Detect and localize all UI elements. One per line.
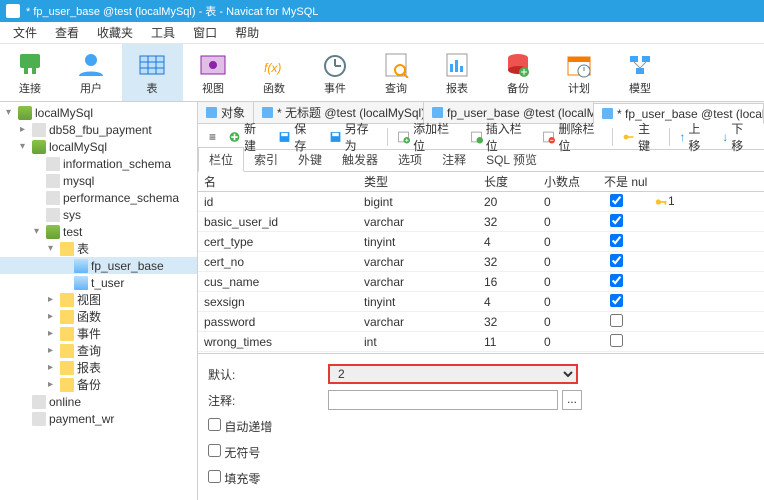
menu-item[interactable]: 文件 — [4, 24, 46, 41]
column-row[interactable]: wrong_timesint110 — [198, 332, 764, 352]
up-button[interactable]: ↑上移 — [674, 120, 715, 154]
notnull-check[interactable] — [610, 194, 623, 207]
main-toolbar: 连接用户表视图f(x)函数事件查询报表备份计划模型 — [0, 44, 764, 102]
subtab[interactable]: 栏位 — [198, 147, 244, 172]
tree-node[interactable]: ▾test — [0, 223, 197, 240]
toolbar-model-button[interactable]: 模型 — [610, 44, 671, 101]
column-row[interactable]: idbigint2001 — [198, 192, 764, 212]
toolbar-view-button[interactable]: 视图 — [183, 44, 244, 101]
toolbar-event-button[interactable]: 事件 — [305, 44, 366, 101]
notnull-check[interactable] — [610, 294, 623, 307]
column-row[interactable]: basic_user_idvarchar320 — [198, 212, 764, 232]
tree-node[interactable]: information_schema — [0, 155, 197, 172]
designer-subtabs: 栏位索引外键触发器选项注释SQL 预览 — [198, 150, 764, 172]
comment-label: 注释: — [208, 392, 328, 409]
comment-more-button[interactable]: ... — [562, 390, 582, 410]
notnull-check[interactable] — [610, 214, 623, 227]
toolbar-sched-button[interactable]: 计划 — [549, 44, 610, 101]
autoinc-check[interactable]: 自动递增 — [208, 418, 272, 435]
tree-node[interactable]: ▸事件 — [0, 325, 197, 342]
column-row[interactable]: cus_namevarchar160 — [198, 272, 764, 292]
toolbar-user-button[interactable]: 用户 — [61, 44, 122, 101]
tree-node[interactable]: ▸查询 — [0, 342, 197, 359]
column-row[interactable]: cert_typetinyint40 — [198, 232, 764, 252]
default-label: 默认: — [208, 366, 328, 383]
subtab[interactable]: 注释 — [432, 148, 476, 171]
toolbar-fx-button[interactable]: f(x)函数 — [244, 44, 305, 101]
tree-node[interactable]: t_user — [0, 274, 197, 291]
subtab[interactable]: 触发器 — [332, 148, 388, 171]
notnull-check[interactable] — [610, 274, 623, 287]
unsigned-check[interactable]: 无符号 — [208, 444, 260, 461]
tree-node[interactable]: ▸函数 — [0, 308, 197, 325]
titlebar: * fp_user_base @test (localMySql) - 表 - … — [0, 0, 764, 22]
menu-item[interactable]: 窗口 — [184, 24, 226, 41]
window-title: * fp_user_base @test (localMySql) - 表 - … — [26, 3, 318, 19]
tree-node[interactable]: ▾表 — [0, 240, 197, 257]
column-row[interactable]: sexsigntinyint40 — [198, 292, 764, 312]
toolbar-table-button[interactable]: 表 — [122, 44, 183, 101]
zerofill-check[interactable]: 填充零 — [208, 470, 260, 487]
down-button[interactable]: ↓下移 — [717, 120, 758, 154]
tree-node[interactable]: ▸报表 — [0, 359, 197, 376]
column-row[interactable]: passwordvarchar320 — [198, 312, 764, 332]
tree-node[interactable]: online — [0, 393, 197, 410]
tree-node[interactable]: payment_wr — [0, 410, 197, 427]
subtab[interactable]: 外键 — [288, 148, 332, 171]
tree-node[interactable]: sys — [0, 206, 197, 223]
columns-header: 名类型长度小数点不是 null — [198, 172, 764, 192]
subtab[interactable]: SQL 预览 — [476, 148, 547, 171]
designer-toolbar: ≡ 新建 保存 另存为 添加栏位 插入栏位 删除栏位 主键 ↑上移 ↓下移 — [198, 124, 764, 150]
notnull-check[interactable] — [610, 254, 623, 267]
menu-item[interactable]: 收藏夹 — [88, 24, 142, 41]
tree-node[interactable]: fp_user_base — [0, 257, 197, 274]
menu-item[interactable]: 查看 — [46, 24, 88, 41]
tree-node[interactable]: ▾localMySql — [0, 104, 197, 121]
toolbar-query-button[interactable]: 查询 — [366, 44, 427, 101]
columns-grid[interactable]: 名类型长度小数点不是 null idbigint2001basic_user_i… — [198, 172, 764, 353]
tree-node[interactable]: ▸视图 — [0, 291, 197, 308]
tree-node[interactable]: ▸备份 — [0, 376, 197, 393]
menu-item[interactable]: 工具 — [142, 24, 184, 41]
default-select[interactable]: 2 — [328, 364, 578, 384]
menu-button[interactable]: ≡ — [204, 130, 221, 144]
notnull-check[interactable] — [610, 314, 623, 327]
notnull-check[interactable] — [610, 234, 623, 247]
pk-button[interactable]: 主键 — [617, 120, 665, 154]
notnull-check[interactable] — [610, 334, 623, 347]
subtab[interactable]: 索引 — [244, 148, 288, 171]
object-tree[interactable]: ▾localMySql▸db58_fbu_payment▾localMySqli… — [0, 102, 198, 500]
column-detail: 默认:2 注释:... 自动递增 无符号 填充零 — [198, 353, 764, 500]
delcol-button[interactable]: 删除栏位 — [537, 120, 608, 154]
menu-item[interactable]: 帮助 — [226, 24, 268, 41]
subtab[interactable]: 选项 — [388, 148, 432, 171]
tree-node[interactable]: mysql — [0, 172, 197, 189]
menubar: 文件查看收藏夹工具窗口帮助 — [0, 22, 764, 44]
toolbar-plug-button[interactable]: 连接 — [0, 44, 61, 101]
svg-text:f(x): f(x) — [264, 61, 281, 75]
tree-node[interactable]: ▸db58_fbu_payment — [0, 121, 197, 138]
toolbar-backup-button[interactable]: 备份 — [488, 44, 549, 101]
comment-input[interactable] — [328, 390, 558, 410]
column-row[interactable]: cert_novarchar320 — [198, 252, 764, 272]
tree-node[interactable]: ▾localMySql — [0, 138, 197, 155]
content-pane: 对象* 无标题 @test (localMySql) ...fp_user_ba… — [198, 102, 764, 500]
toolbar-report-button[interactable]: 报表 — [427, 44, 488, 101]
tree-node[interactable]: performance_schema — [0, 189, 197, 206]
app-icon — [6, 4, 20, 18]
